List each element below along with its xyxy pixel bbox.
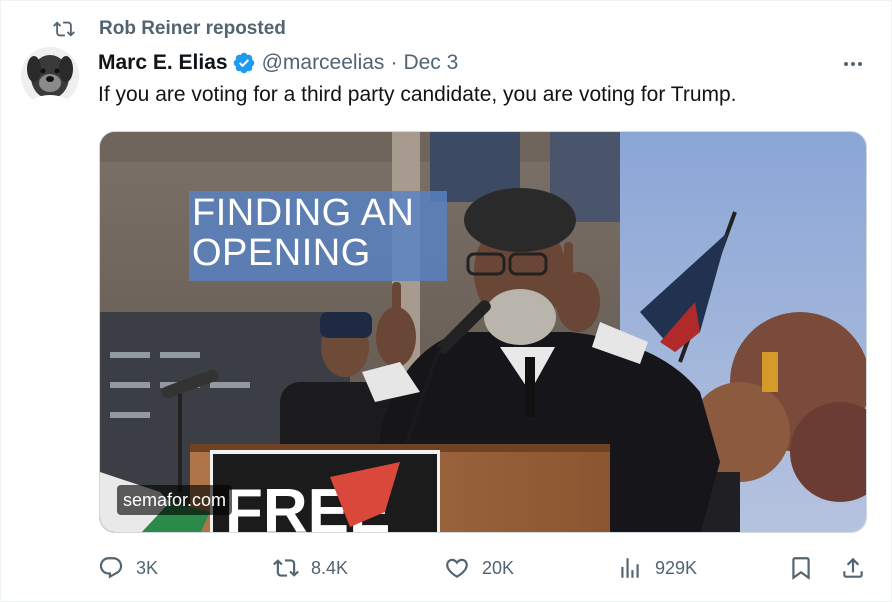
- avatar[interactable]: [21, 47, 79, 105]
- reply-button[interactable]: 3K: [98, 549, 158, 587]
- share-icon: [843, 557, 863, 578]
- tweet-media-image[interactable]: FREE FINDING AN OPENING semafor.com: [99, 131, 867, 533]
- action-bar: 3K 8.4K 20K 929K: [1, 549, 892, 587]
- repost-indicator: Rob Reiner reposted: [53, 17, 286, 41]
- bookmark-button[interactable]: [788, 549, 814, 587]
- views-chart-icon: [621, 558, 639, 578]
- repost-label[interactable]: Rob Reiner reposted: [99, 18, 286, 40]
- repost-icon: [273, 559, 299, 577]
- more-options-icon: [844, 62, 862, 66]
- headline-line-2: OPENING: [192, 232, 371, 274]
- tweet-date[interactable]: Dec 3: [403, 51, 458, 75]
- tweet-card[interactable]: Rob Reiner reposted Marc E. Elias @marce…: [0, 0, 892, 602]
- avatar-image: [21, 47, 79, 105]
- separator-dot: ·: [390, 51, 398, 74]
- like-button[interactable]: 20K: [444, 549, 514, 587]
- views-count: 929K: [655, 557, 698, 578]
- repost-count: 8.4K: [311, 557, 349, 578]
- heart-icon: [446, 558, 468, 578]
- verified-badge-icon: [233, 52, 254, 74]
- more-options-button[interactable]: [837, 51, 869, 77]
- bookmark-icon: [792, 557, 810, 580]
- media-source-badge[interactable]: semafor.com: [117, 485, 233, 515]
- reply-count: 3K: [136, 557, 159, 578]
- headline-line-1: FINDING AN: [192, 192, 415, 234]
- reply-icon: [99, 557, 123, 579]
- share-button[interactable]: [840, 549, 866, 587]
- media-headline: FINDING AN OPENING: [189, 191, 447, 281]
- tweet-header: Marc E. Elias @marceelias · Dec 3: [98, 49, 458, 77]
- repost-button[interactable]: 8.4K: [273, 549, 348, 587]
- repost-icon: [53, 21, 75, 37]
- like-count: 20K: [482, 557, 515, 578]
- tweet-text: If you are voting for a third party cand…: [98, 83, 737, 106]
- author-name[interactable]: Marc E. Elias: [98, 51, 228, 75]
- author-handle[interactable]: @marceelias: [262, 51, 385, 75]
- views-button[interactable]: 929K: [617, 549, 697, 587]
